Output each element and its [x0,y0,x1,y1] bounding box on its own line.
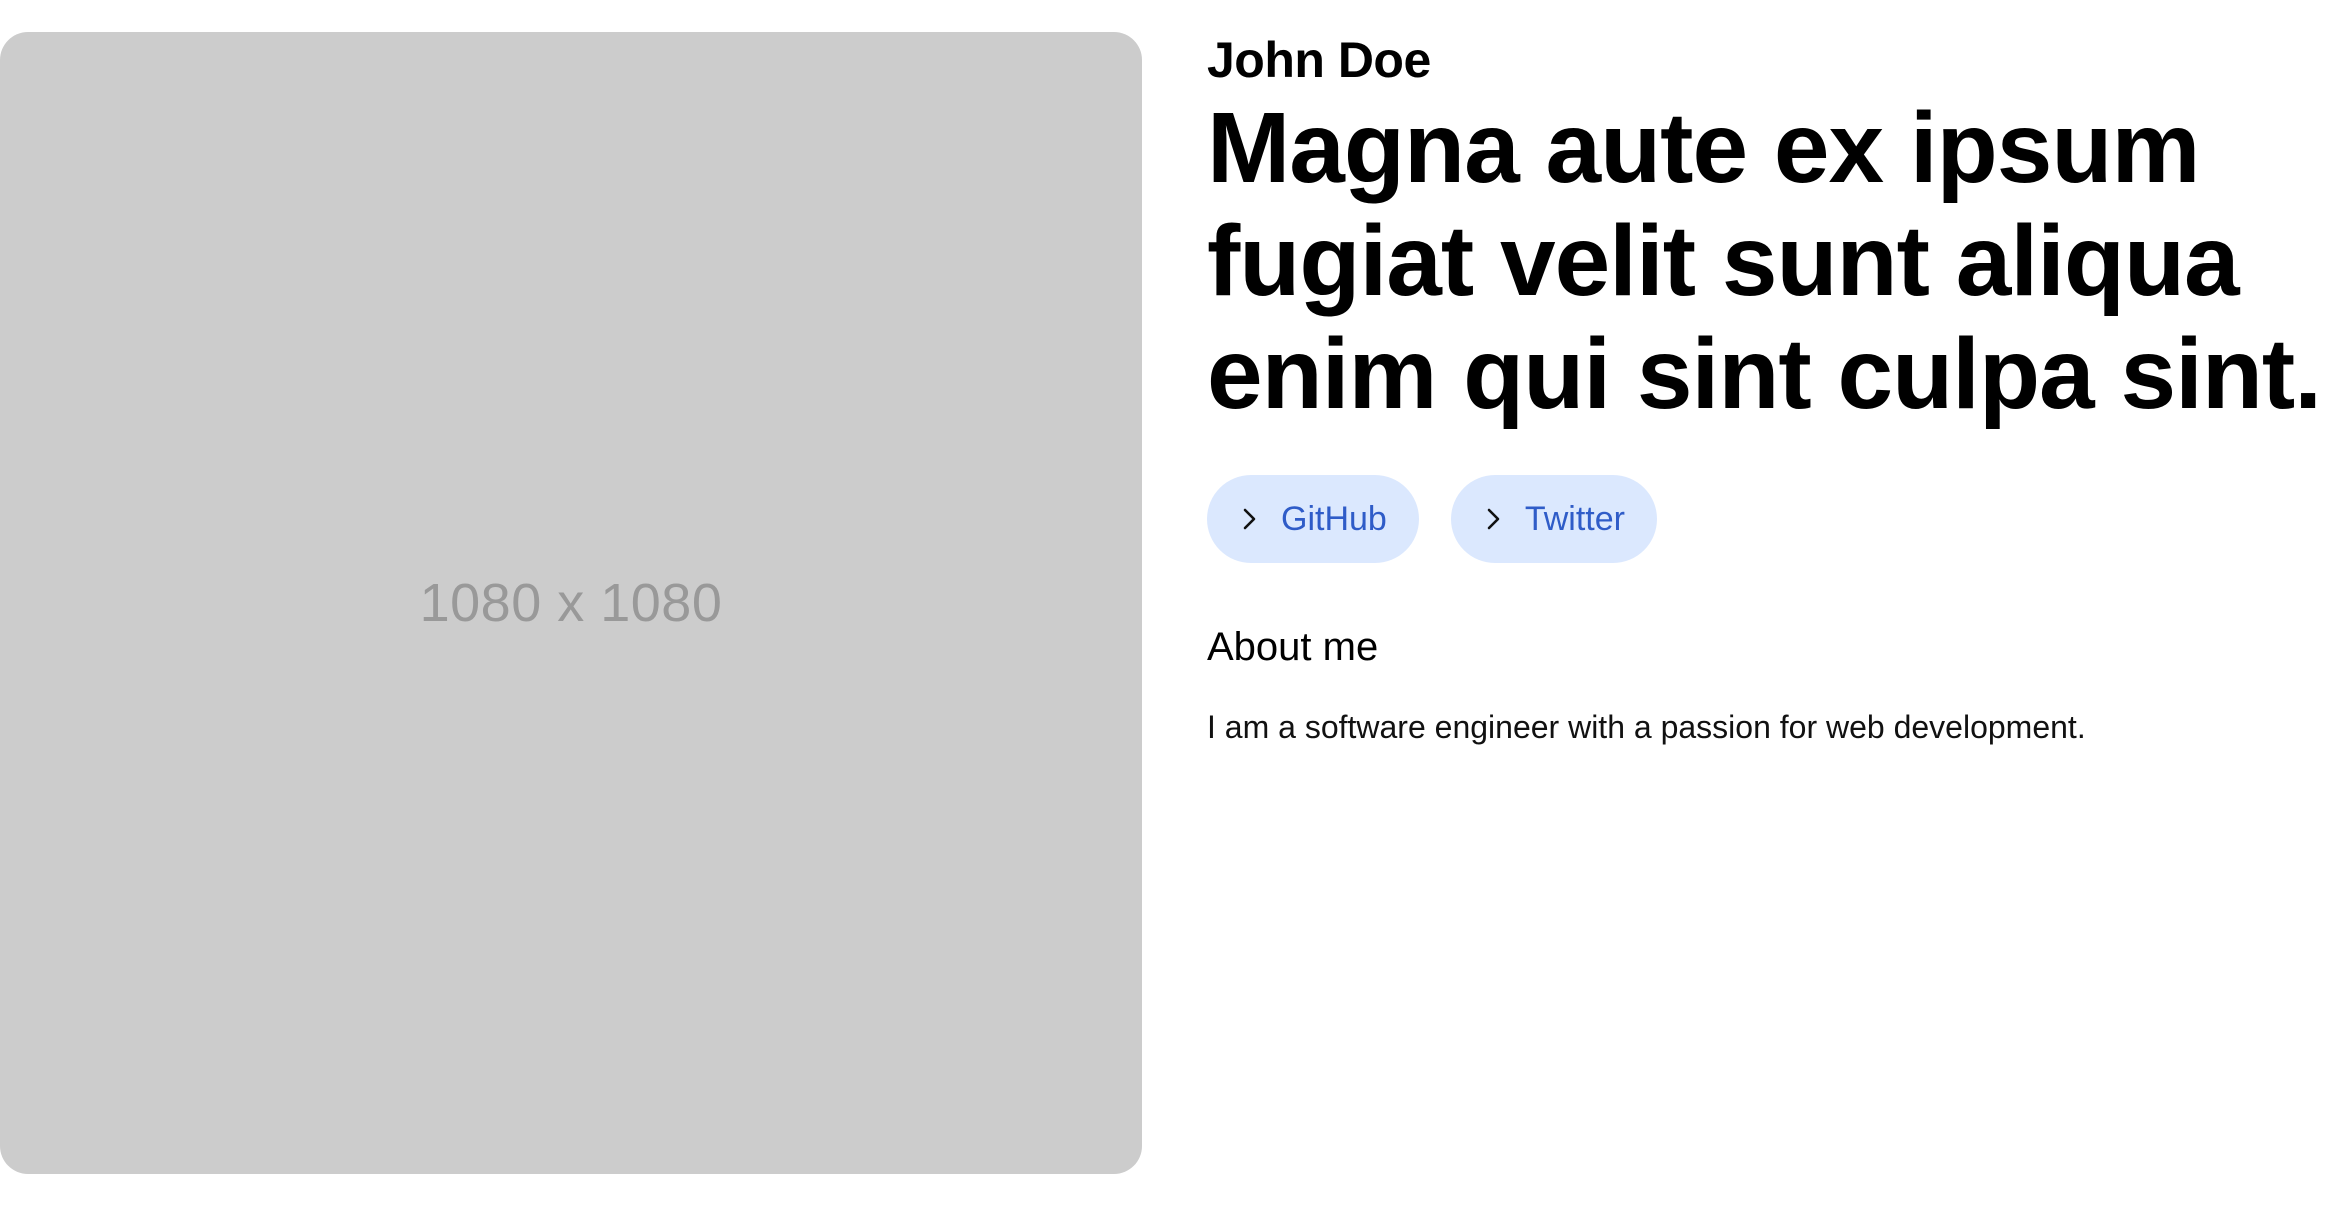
chevron-right-icon [1481,507,1505,531]
twitter-link-label: Twitter [1524,499,1625,538]
profile-headline: Magna aute ex ipsum fugiat velit sunt al… [1207,92,2322,431]
about-heading: About me [1207,625,1379,669]
chevron-right-icon [1237,507,1261,531]
social-links: GitHub Twitter [1207,475,2317,563]
headline-line: enim qui sint culpa sint. [1207,318,2322,430]
github-link-button[interactable]: GitHub [1207,475,1419,563]
headline-line: Magna aute ex ipsum [1207,92,2200,204]
profile-content: John Doe Magna aute ex ipsum fugiat veli… [1207,30,2322,747]
github-link-label: GitHub [1281,499,1387,538]
profile-image-placeholder: 1080 x 1080 [0,32,1142,1174]
twitter-link-button[interactable]: Twitter [1450,475,1657,563]
profile-page: 1080 x 1080 John Doe Magna aute ex ipsum… [0,0,2336,1208]
placeholder-dimensions-label: 1080 x 1080 [419,573,723,633]
headline-line: fugiat velit sunt aliqua [1207,205,2240,317]
about-text: I am a software engineer with a passion … [1207,709,2086,745]
profile-name: John Doe [1207,32,1431,88]
